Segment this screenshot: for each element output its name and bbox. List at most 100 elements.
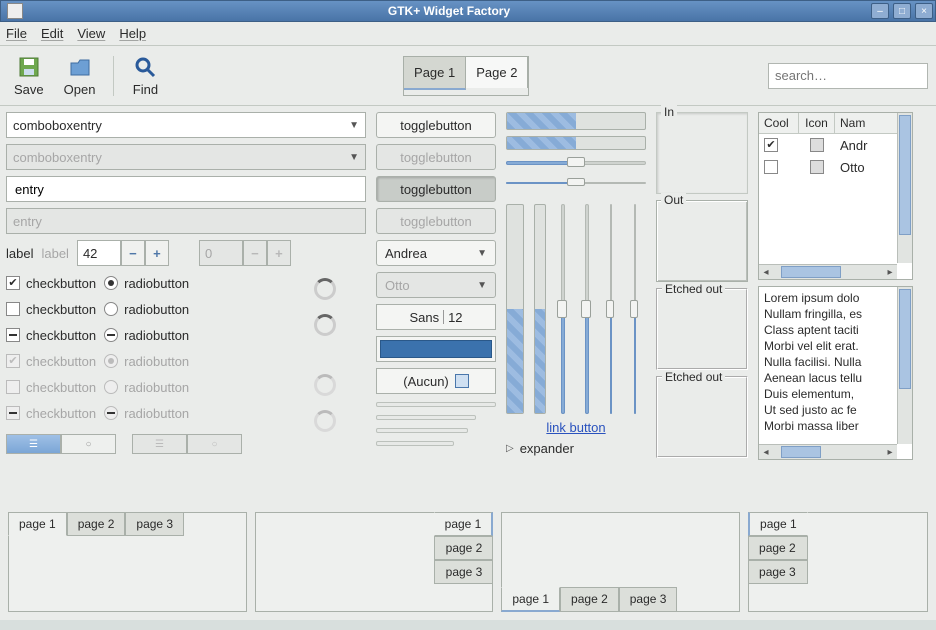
- nb1-tab-3[interactable]: page 3: [125, 512, 184, 536]
- nb4-tab-1[interactable]: page 1: [748, 512, 808, 536]
- spin-plus-button[interactable]: +: [145, 240, 169, 266]
- dropdown-icon: ▼: [349, 120, 359, 131]
- menu-help[interactable]: Help: [119, 26, 146, 41]
- scroll-right-icon[interactable]: ▸: [883, 447, 897, 458]
- togglebutton-2-disabled: togglebutton: [376, 144, 496, 170]
- tab-page1[interactable]: Page 1: [404, 57, 466, 90]
- nb2-tab-1[interactable]: page 1: [434, 512, 494, 536]
- radiobutton-label: radiobutton: [124, 276, 189, 291]
- scale-v4[interactable]: [628, 204, 642, 414]
- nb1-tab-1[interactable]: page 1: [8, 512, 67, 536]
- column-3: link button ▷ expander: [506, 112, 646, 502]
- find-icon: [132, 54, 158, 80]
- textview-hscroll[interactable]: ◂ ▸: [759, 444, 897, 459]
- menu-view[interactable]: View: [77, 26, 105, 41]
- frame-out-label: Out: [661, 193, 686, 207]
- radio-icon: [104, 276, 118, 290]
- color-button[interactable]: [376, 336, 496, 362]
- toggle-on[interactable]: ☰: [6, 434, 61, 454]
- spinner-2: [314, 314, 336, 336]
- radio-indet-icon: [104, 328, 118, 342]
- checkbutton-indeterminate[interactable]: checkbutton: [6, 324, 96, 346]
- checkbox-icon: [6, 380, 20, 394]
- textview[interactable]: Lorem ipsum dolo Nullam fringilla, es Cl…: [758, 286, 913, 460]
- entry-1[interactable]: [6, 176, 366, 202]
- spin-minus-button[interactable]: −: [121, 240, 145, 266]
- treeview[interactable]: Cool Icon Nam ✔ Andr Otto ◂: [758, 112, 913, 280]
- scale-v2[interactable]: [580, 204, 594, 414]
- radio-icon: [104, 380, 118, 394]
- checkbutton-label: checkbutton: [26, 276, 96, 291]
- textview-content[interactable]: Lorem ipsum dolo Nullam fringilla, es Cl…: [759, 287, 897, 444]
- checkbutton-label: checkbutton: [26, 328, 96, 343]
- textview-vscroll[interactable]: [897, 287, 912, 444]
- togglebutton-4-disabled: togglebutton: [376, 208, 496, 234]
- scroll-right-icon[interactable]: ▸: [883, 267, 897, 278]
- togglebutton-1[interactable]: togglebutton: [376, 112, 496, 138]
- nb4-tab-3[interactable]: page 3: [748, 560, 808, 584]
- find-button[interactable]: Find: [126, 52, 164, 99]
- entry-1-input[interactable]: [13, 181, 359, 198]
- checkbutton-checked[interactable]: ✔checkbutton: [6, 272, 96, 294]
- table-row[interactable]: Otto: [759, 156, 912, 178]
- checkbox-indet-icon: [6, 406, 20, 420]
- minimize-icon[interactable]: –: [871, 3, 889, 19]
- togglebutton-3-pressed[interactable]: togglebutton: [376, 176, 496, 202]
- dropdown-otto-disabled: Otto▼: [376, 272, 496, 298]
- tab-page2[interactable]: Page 2: [466, 57, 528, 88]
- spinbutton[interactable]: 42 − +: [77, 240, 169, 266]
- maximize-icon[interactable]: □: [893, 3, 911, 19]
- checkbox-icon[interactable]: [764, 160, 778, 174]
- menu-edit[interactable]: Edit: [41, 26, 63, 41]
- toggle-pair-enabled[interactable]: ☰ ○: [6, 434, 116, 454]
- dropdown-andrea[interactable]: Andrea▼: [376, 240, 496, 266]
- link-button[interactable]: link button: [506, 420, 646, 435]
- search-entry[interactable]: [768, 63, 928, 89]
- expander[interactable]: ▷ expander: [506, 441, 646, 456]
- nb2-tab-2[interactable]: page 2: [434, 536, 494, 560]
- col-icon[interactable]: Icon: [799, 113, 835, 133]
- scale-h1[interactable]: [506, 156, 646, 170]
- save-button[interactable]: Save: [8, 52, 50, 99]
- treeview-hscroll[interactable]: ◂ ▸: [759, 264, 897, 279]
- spinbutton-value[interactable]: 42: [77, 240, 121, 266]
- separator-bar: [376, 415, 476, 420]
- close-icon[interactable]: ×: [915, 3, 933, 19]
- checkbutton-label: checkbutton: [26, 406, 96, 421]
- label-normal: label: [6, 246, 33, 261]
- scale-v3[interactable]: [604, 204, 618, 414]
- comboboxentry-1[interactable]: comboboxentry ▼: [6, 112, 366, 138]
- scroll-left-icon[interactable]: ◂: [759, 447, 773, 458]
- scale-h2[interactable]: [506, 176, 646, 190]
- radiobutton-selected[interactable]: radiobutton: [104, 272, 189, 294]
- checkbox-icon[interactable]: ✔: [764, 138, 778, 152]
- nb3-tab-3[interactable]: page 3: [619, 587, 678, 612]
- comboboxentry-1-value: comboboxentry: [13, 118, 102, 133]
- nb3-tab-1[interactable]: page 1: [501, 587, 560, 612]
- file-button[interactable]: (Aucun): [376, 368, 496, 394]
- radiobutton-indeterminate[interactable]: radiobutton: [104, 324, 189, 346]
- open-button[interactable]: Open: [58, 52, 102, 99]
- toggle-off[interactable]: ○: [61, 434, 116, 454]
- scale-v1[interactable]: [556, 204, 570, 414]
- table-row[interactable]: ✔ Andr: [759, 134, 912, 156]
- checkbutton-unchecked[interactable]: checkbutton: [6, 298, 96, 320]
- nb1-tab-2[interactable]: page 2: [67, 512, 126, 536]
- progress-bar-v2: [534, 204, 546, 414]
- col-cool[interactable]: Cool: [759, 113, 799, 133]
- menu-file[interactable]: File: [6, 26, 27, 41]
- nb2-tab-3[interactable]: page 3: [434, 560, 494, 584]
- radiobutton-label: radiobutton: [124, 354, 189, 369]
- scroll-left-icon[interactable]: ◂: [759, 267, 773, 278]
- nb4-tab-2[interactable]: page 2: [748, 536, 808, 560]
- checkbutton-label: checkbutton: [26, 302, 96, 317]
- treeview-vscroll[interactable]: [897, 113, 912, 263]
- font-button[interactable]: Sans 12: [376, 304, 496, 330]
- nb3-tab-2[interactable]: page 2: [560, 587, 619, 612]
- frame-in: In: [656, 112, 748, 194]
- notebook-tabs-top: page 1 page 2 page 3: [8, 512, 247, 612]
- radiobutton-unselected[interactable]: radiobutton: [104, 298, 189, 320]
- search-input[interactable]: [773, 67, 936, 84]
- row-icon: [810, 138, 824, 152]
- menubar: File Edit View Help: [0, 22, 936, 46]
